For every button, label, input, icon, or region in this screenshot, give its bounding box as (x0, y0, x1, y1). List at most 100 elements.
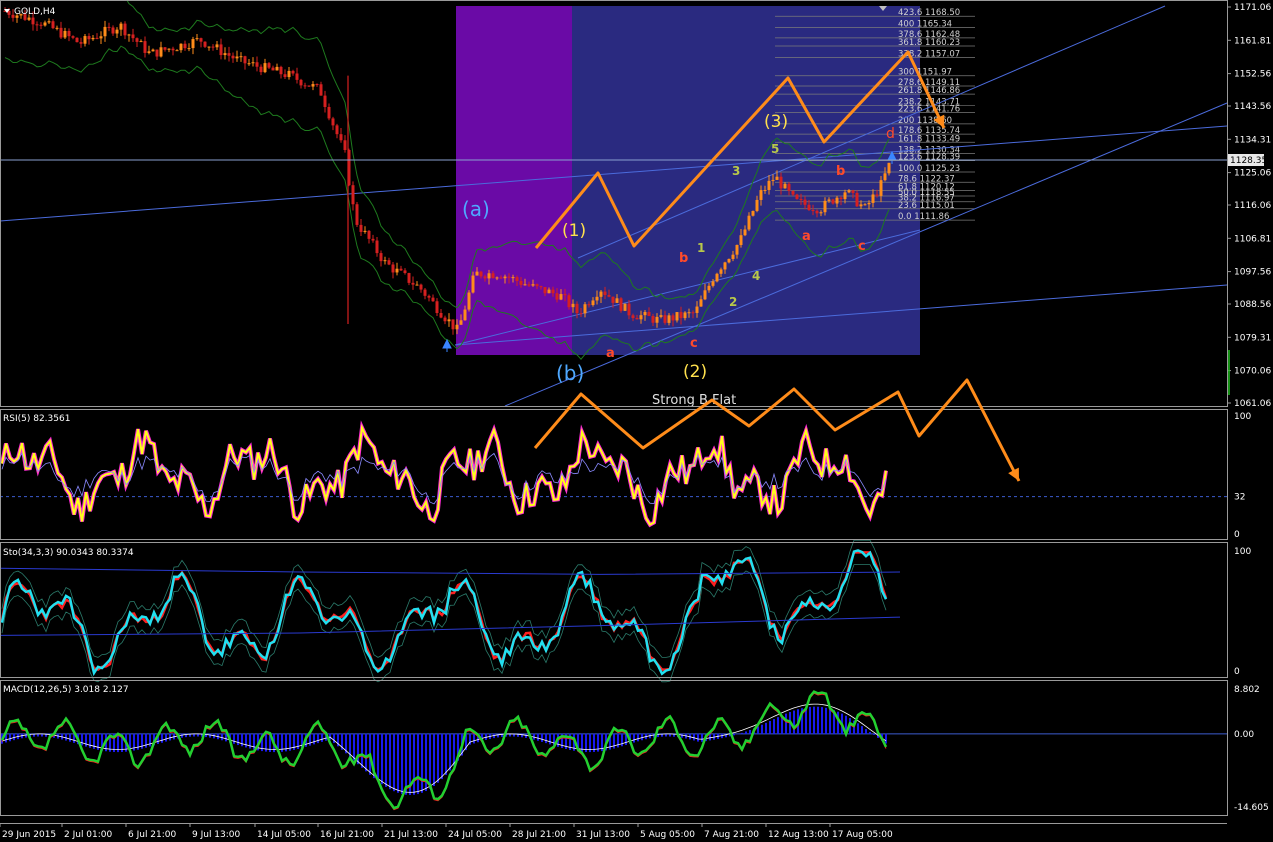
candle-body (147, 51, 151, 53)
wave-label: c (690, 336, 698, 351)
candle-body (763, 189, 767, 191)
time-tick-label: 24 Jul 05:00 (448, 830, 502, 840)
price-tick-label: 1143.56 (1234, 102, 1271, 112)
candle-body (27, 17, 31, 20)
candle-body (379, 253, 383, 262)
time-tick-label: 21 Jul 13:00 (384, 830, 438, 840)
candle-body (879, 180, 883, 196)
candle-body (411, 282, 415, 285)
candle-body (431, 297, 435, 302)
candle-body (531, 284, 535, 286)
candle-body (671, 315, 675, 321)
candle-body (503, 276, 507, 279)
fib-level-label: 23.6 1115.01 (898, 201, 955, 211)
candle-body (691, 312, 695, 314)
sto-tick-label: 100 (1234, 547, 1251, 557)
candle-body (443, 317, 447, 322)
candle-body (875, 194, 879, 196)
candle-body (795, 194, 799, 199)
candle-body (659, 315, 663, 317)
price-tick-label: 1161.81 (1234, 36, 1271, 46)
candle-body (247, 63, 251, 65)
price-tick-label: 1088.56 (1234, 300, 1271, 310)
candle-body (179, 43, 183, 51)
candle-body (791, 190, 795, 195)
annotation-strong-b-flat: Strong B Flat (652, 393, 736, 408)
candle-body (575, 303, 579, 314)
candle-body (699, 299, 703, 307)
candle-body (139, 41, 143, 43)
wave-label: 3 (732, 164, 740, 178)
candle-body (143, 41, 147, 53)
candle-body (639, 315, 643, 320)
candle-body (439, 312, 443, 318)
candle-body (543, 286, 547, 294)
candle-body (551, 289, 555, 294)
time-tick-label: 7 Aug 21:00 (704, 830, 759, 840)
time-tick-label: 29 Jun 2015 (2, 830, 56, 840)
candle-body (611, 296, 615, 303)
candle-body (647, 311, 651, 316)
candle-body (471, 275, 475, 293)
candle-body (679, 312, 683, 319)
candle-body (811, 210, 815, 212)
wave-label: 5 (771, 142, 779, 156)
candle-body (163, 47, 167, 50)
candle-body (47, 21, 51, 23)
candle-body (43, 22, 47, 26)
candle-body (495, 277, 499, 279)
candle-body (599, 291, 603, 297)
candle-body (31, 17, 35, 25)
candle-body (115, 29, 119, 34)
fib-level-label: 300 1151.97 (898, 68, 952, 78)
candle-body (355, 204, 359, 225)
price-tick-label: 1116.06 (1234, 201, 1271, 211)
candle-body (407, 273, 411, 283)
candle-body (839, 197, 843, 200)
price-tick-label: 1097.56 (1234, 268, 1271, 278)
candle-body (263, 63, 267, 73)
candle-body (327, 107, 331, 119)
candle-body (487, 273, 491, 279)
candle-body (847, 190, 851, 193)
candle-body (331, 118, 335, 126)
candle-body (887, 162, 891, 174)
candle-body (883, 173, 887, 181)
candle-body (519, 280, 523, 285)
candle-body (291, 70, 295, 74)
candle-body (619, 298, 623, 311)
candle-body (555, 293, 559, 300)
candle-body (547, 289, 551, 294)
candle-body (751, 210, 755, 216)
candle-body (215, 44, 219, 48)
price-tick-label: 1152.56 (1234, 70, 1271, 80)
candle-body (207, 46, 211, 48)
candle-body (731, 254, 735, 259)
candle-body (251, 62, 255, 64)
price-tick-label: 1106.81 (1234, 234, 1271, 244)
wave-label: (b) (556, 361, 584, 385)
candle-body (195, 38, 199, 40)
price-tick-label: 1079.31 (1234, 333, 1271, 343)
candle-body (83, 36, 87, 44)
candle-body (111, 27, 115, 34)
candle-body (255, 62, 259, 67)
candle-body (623, 303, 627, 311)
stochastic-title: Sto(34,3,3) 90.0343 80.3374 (3, 548, 134, 558)
candle-body (319, 84, 323, 96)
candle-body (787, 183, 791, 191)
candle-body (131, 34, 135, 39)
rsi-tick-label: 32 (1234, 493, 1245, 503)
time-tick-label: 17 Aug 05:00 (832, 830, 893, 840)
candle-body (603, 291, 607, 296)
macd-tick-label: 0.00 (1234, 730, 1254, 740)
candle-body (615, 298, 619, 303)
candle-body (307, 85, 311, 87)
candle-body (183, 43, 187, 49)
fib-level-label: 0.0 1111.86 (898, 212, 949, 222)
candle-body (107, 26, 111, 28)
candle-body (99, 36, 103, 39)
time-tick-label: 9 Jul 13:00 (192, 830, 241, 840)
candle-body (447, 319, 451, 322)
candle-body (475, 271, 479, 276)
